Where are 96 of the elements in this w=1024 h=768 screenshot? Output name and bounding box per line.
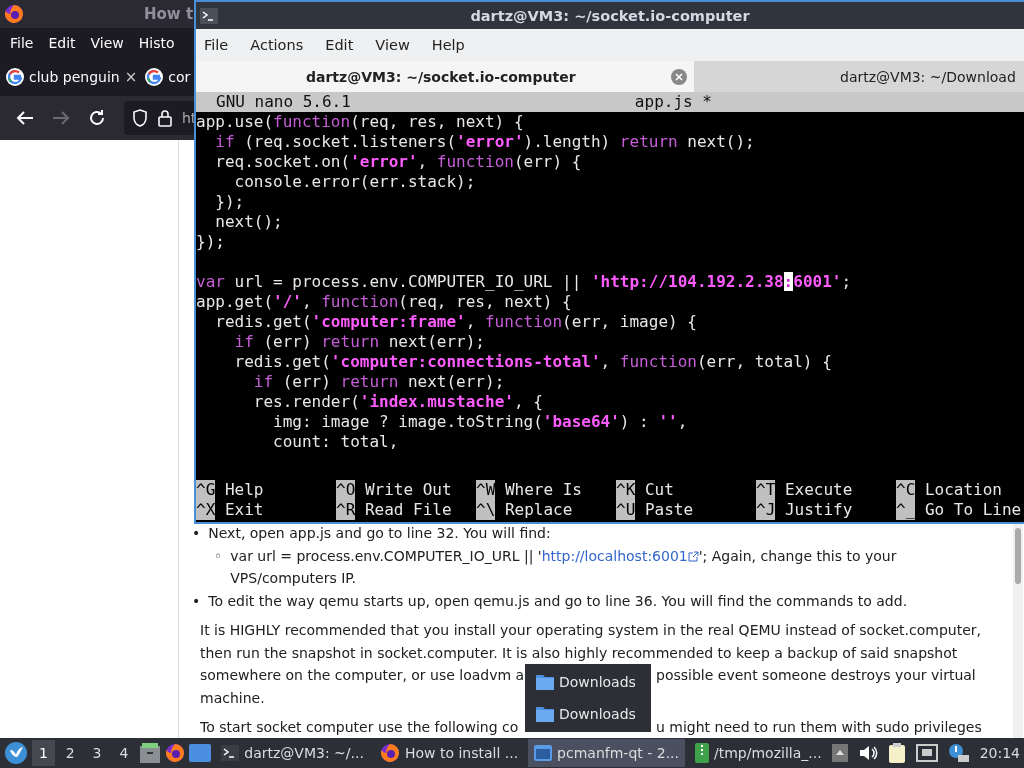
menu-item[interactable]: File <box>204 37 229 53</box>
code-line: console.error(err.stack); <box>233 172 476 192</box>
external-link-icon <box>687 550 699 562</box>
window-icon <box>534 745 553 761</box>
clipboard-icon[interactable] <box>887 742 906 764</box>
workspace-button[interactable]: 4 <box>112 740 136 766</box>
code-line: if (req.socket.listeners('error').length) return next(); <box>214 132 755 152</box>
code-line: if (err) return next(err); <box>252 372 505 392</box>
start-menu-icon[interactable] <box>4 741 28 765</box>
firefox-icon <box>379 743 400 763</box>
lock-icon <box>158 109 172 127</box>
shortcut: ^G Help <box>196 480 264 500</box>
paragraph-text: It is HIGHLY recommended that you install your operating system in the real QEMU instead of socket.computer, <box>200 621 981 640</box>
terminal-tab[interactable]: dartz@VM3: ~/socket.io-computer <box>196 61 694 92</box>
bullet: ◦ <box>214 546 223 566</box>
close-icon[interactable] <box>670 67 688 86</box>
workspace-button[interactable]: 3 <box>85 740 109 766</box>
bullet: • <box>192 524 201 543</box>
menu-item[interactable]: Actions <box>250 37 304 53</box>
list-item-text: Next, open app.js and go to line 32. You will find: <box>208 524 551 543</box>
back-arrow-icon <box>16 110 34 126</box>
notification-icon[interactable] <box>947 743 970 763</box>
workspace-button[interactable]: 2 <box>58 740 82 766</box>
shortcut: ^U Paste <box>616 500 694 520</box>
menu-item[interactable]: Downloads <box>525 668 651 696</box>
bullet: • <box>192 591 201 611</box>
window-title: dartz@VM3: ~/socket.io-computer <box>469 7 751 24</box>
paragraph-text: possible event someone destroys your virtual <box>656 666 976 685</box>
paragraph-text: To start socket computer use the following co <box>200 719 519 735</box>
list-item-text: var url = process.env.COMPUTER_IO_URL || 'http://localhost:6001 '; Again, change this to your VPS/computers IP. <box>230 546 898 588</box>
tab-close-button[interactable]: × <box>124 68 138 86</box>
terminal-icon <box>221 745 240 761</box>
scrollbar[interactable] <box>1013 524 1023 738</box>
shortcut: ^W Where Is <box>476 480 582 500</box>
folder-icon <box>535 705 555 723</box>
browser-tab[interactable]: cor <box>145 68 191 86</box>
paragraph-text: machine. <box>200 688 265 708</box>
code-line: app.get('/', function(req, res, next) { <box>196 292 572 312</box>
clock[interactable]: 20:14 <box>979 745 1020 761</box>
code-line: count: total, <box>272 432 399 452</box>
shortcut: ^J Justify <box>756 500 853 520</box>
window-title: How t <box>144 5 194 23</box>
taskbar-task[interactable]: pcmanfm-qt - 2... <box>528 739 685 767</box>
menu-item[interactable]: Histo <box>138 35 175 51</box>
menu-item[interactable]: Help <box>431 37 465 53</box>
shortcut: ^C Location <box>896 480 1002 500</box>
taskbar-task[interactable]: How to install ... <box>373 739 525 767</box>
google-icon <box>6 68 24 86</box>
link[interactable]: http://localhost:6001 <box>541 547 699 564</box>
archive-icon <box>695 743 709 763</box>
code-line: img: image ? image.toString('base64') : '', <box>272 412 688 432</box>
browser-tab[interactable]: club penguin × <box>6 68 138 86</box>
shield-icon <box>132 109 148 127</box>
forward-arrow-icon <box>52 110 70 126</box>
menu-item[interactable]: View <box>90 35 124 51</box>
code-line: next(); <box>214 212 283 232</box>
folder-icon <box>535 673 555 691</box>
shortcut: ^T Execute <box>756 480 853 500</box>
menu-item[interactable]: View <box>375 37 410 53</box>
editor-version: GNU nano 5.6.1 <box>216 92 351 112</box>
firefox-logo-icon <box>4 4 24 24</box>
paragraph-text: u might need to run them with sudo privileges <box>656 718 982 737</box>
shortcut: ^R Read File <box>336 500 452 520</box>
menu-item[interactable]: Downloads <box>525 700 651 728</box>
workspace-button[interactable]: 1 <box>32 740 55 766</box>
code-line: }); <box>214 192 245 212</box>
code-line: var url = process.env.COMPUTER_IO_URL || 'http://104.192.2.38:6001'; <box>196 271 852 292</box>
menu-item[interactable]: Edit <box>325 37 354 53</box>
volume-icon[interactable] <box>857 744 878 762</box>
taskbar-task[interactable]: dartz@VM3: ~/... <box>215 739 370 767</box>
paragraph-text: somewhere on the computer, or use loadvm a <box>200 667 525 683</box>
file-name: app.js * <box>634 92 712 112</box>
code-line: }); <box>196 232 225 252</box>
shortcut: ^K Cut <box>616 480 674 500</box>
menu-item[interactable]: Edit <box>48 35 76 51</box>
window-icon[interactable] <box>189 744 212 762</box>
code-line: res.render('index.mustache', { <box>252 392 543 412</box>
code-line: req.socket.on('error', function(err) { <box>214 152 582 172</box>
code-line: redis.get('computer:connections-total', function(err, total) { <box>233 352 832 372</box>
file-cabinet-icon[interactable] <box>139 742 162 764</box>
list-item-text: To edit the way qemu starts up, open qemu.js and go to line 36. You will find the commands to add. <box>208 591 908 611</box>
code-line: app.use(function(req, res, next) { <box>196 112 524 132</box>
reload-icon <box>88 109 106 127</box>
shortcut: ^_ Go To Line <box>896 500 1022 520</box>
firefox-icon <box>165 743 186 763</box>
shortcut: ^X Exit <box>196 500 264 520</box>
paragraph-text: then run the snapshot in socket.computer. It is also highly recommended to keep a backup of said snapshot <box>200 643 958 663</box>
taskbar-task[interactable]: /tmp/mozilla_... <box>689 739 828 767</box>
code-line: if (err) return next(err); <box>233 332 485 352</box>
terminal-icon <box>200 7 218 24</box>
shortcut: ^O Write Out <box>336 480 452 500</box>
code-line: redis.get('computer:frame', function(err, image) { <box>214 312 697 332</box>
menu-item[interactable]: File <box>10 35 34 51</box>
shortcut: ^\ Replace <box>476 500 573 520</box>
terminal-tab[interactable]: dartz@VM3: ~/Download <box>694 61 1024 92</box>
google-icon <box>145 68 164 86</box>
